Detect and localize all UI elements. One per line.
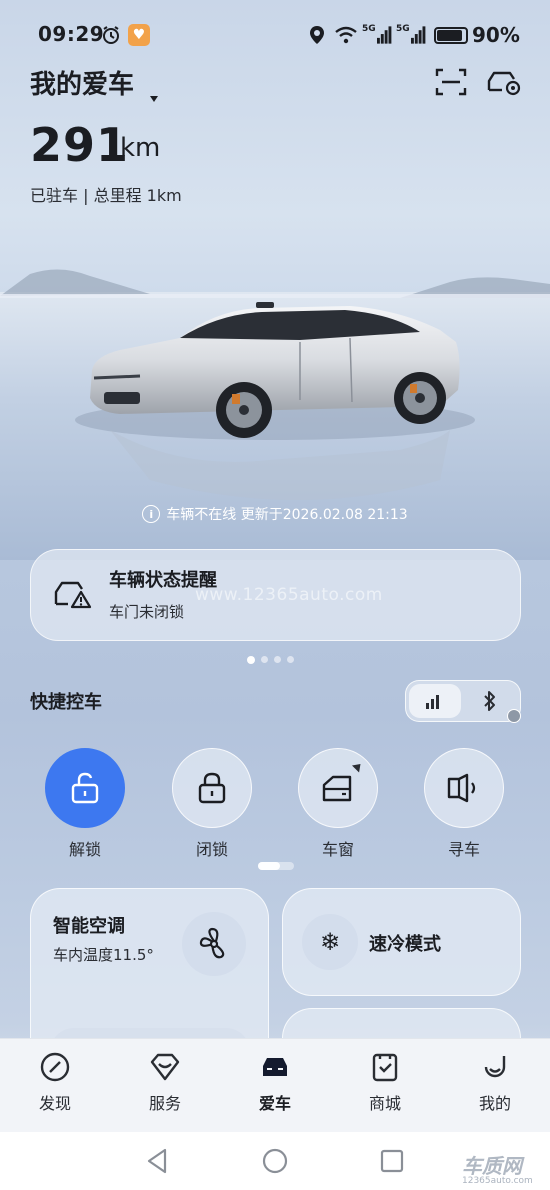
signal-icon: 5G (362, 24, 392, 46)
brand-watermark: 车质网 (462, 1154, 522, 1178)
battery-percent: 90% (472, 23, 520, 47)
lock-icon (198, 772, 226, 804)
fan-button[interactable] (182, 912, 246, 976)
offline-notice: i 车辆不在线 更新于2026.02.08 21:13 (0, 504, 550, 524)
carousel-dot (287, 656, 294, 663)
profile-icon (484, 1056, 506, 1078)
nav-label: 服务 (148, 1094, 181, 1113)
lock-label: 闭锁 (195, 840, 228, 859)
nav-label: 发现 (38, 1094, 71, 1113)
alert-subtitle: 车门未闭锁 (109, 603, 185, 621)
unlock-icon (71, 772, 99, 804)
car-settings-icon[interactable] (486, 66, 522, 98)
health-icon: ♥ (128, 24, 150, 46)
service-icon (150, 1053, 180, 1081)
watermark-text: www.12365auto.com (195, 585, 383, 605)
wifi-icon (334, 24, 358, 46)
carousel-dot (261, 656, 268, 663)
status-time: 09:29 (38, 22, 105, 46)
signal-mode-icon[interactable] (420, 690, 450, 712)
quick-control-pager (258, 862, 294, 870)
info-icon: i (142, 505, 161, 523)
cabin-temperature: 车内温度11.5° (53, 946, 154, 964)
car-icon (263, 1058, 287, 1076)
find-car-label: 寻车 (447, 840, 480, 859)
window-label: 车窗 (321, 840, 354, 859)
smart-ac-title: 智能空调 (53, 916, 125, 937)
window-button[interactable] (298, 748, 378, 828)
nav-label: 爱车 (258, 1094, 291, 1113)
carousel-dot (247, 656, 255, 664)
quick-control-title: 快捷控车 (30, 692, 102, 713)
scan-icon[interactable] (434, 66, 468, 98)
nav-item-profile[interactable]: 我的 (440, 1050, 550, 1114)
bluetooth-mode-icon[interactable] (478, 688, 502, 714)
nav-item-discover[interactable]: 发现 (0, 1050, 110, 1114)
battery-icon (434, 27, 468, 44)
page-title[interactable]: 我的爱车 (30, 64, 134, 101)
home-icon[interactable] (260, 1146, 290, 1176)
nav-item-shop[interactable]: 商城 (330, 1050, 440, 1114)
find-car-button[interactable] (424, 748, 504, 828)
range-unit: km (120, 133, 161, 163)
carousel-dot (274, 656, 281, 663)
nav-item-my-car[interactable]: 爱车 (220, 1050, 330, 1114)
compass-icon (40, 1052, 70, 1082)
window-icon (322, 775, 352, 802)
offline-notice-text: 车辆不在线 更新于2026.02.08 21:13 (166, 507, 408, 523)
location-icon (308, 24, 326, 46)
unlock-label: 解锁 (68, 840, 101, 859)
snowflake-icon[interactable]: ❄ (302, 914, 358, 970)
brand-watermark-url: 12365auto.com (462, 1176, 533, 1186)
nav-label: 我的 (478, 1094, 511, 1113)
nav-item-service[interactable]: 服务 (110, 1050, 220, 1114)
link-badge-icon (507, 709, 521, 723)
unlock-button[interactable] (45, 748, 125, 828)
car-warning-icon (54, 578, 92, 610)
nav-label: 商城 (368, 1094, 401, 1113)
carousel-dots (247, 656, 294, 664)
caret-down-icon[interactable] (150, 96, 158, 102)
signal-icon-2: 5G (396, 24, 426, 46)
quick-cool-title: 速冷模式 (369, 934, 441, 955)
alarm-icon (100, 24, 122, 46)
horn-icon (447, 773, 476, 803)
lock-button[interactable] (172, 748, 252, 828)
range-value: 291 (30, 118, 130, 172)
back-icon[interactable] (143, 1146, 173, 1176)
park-status: 已驻车 | 总里程 1km (30, 186, 182, 205)
recent-apps-icon[interactable] (377, 1146, 407, 1176)
shop-icon (372, 1053, 398, 1082)
fan-icon (199, 927, 225, 959)
